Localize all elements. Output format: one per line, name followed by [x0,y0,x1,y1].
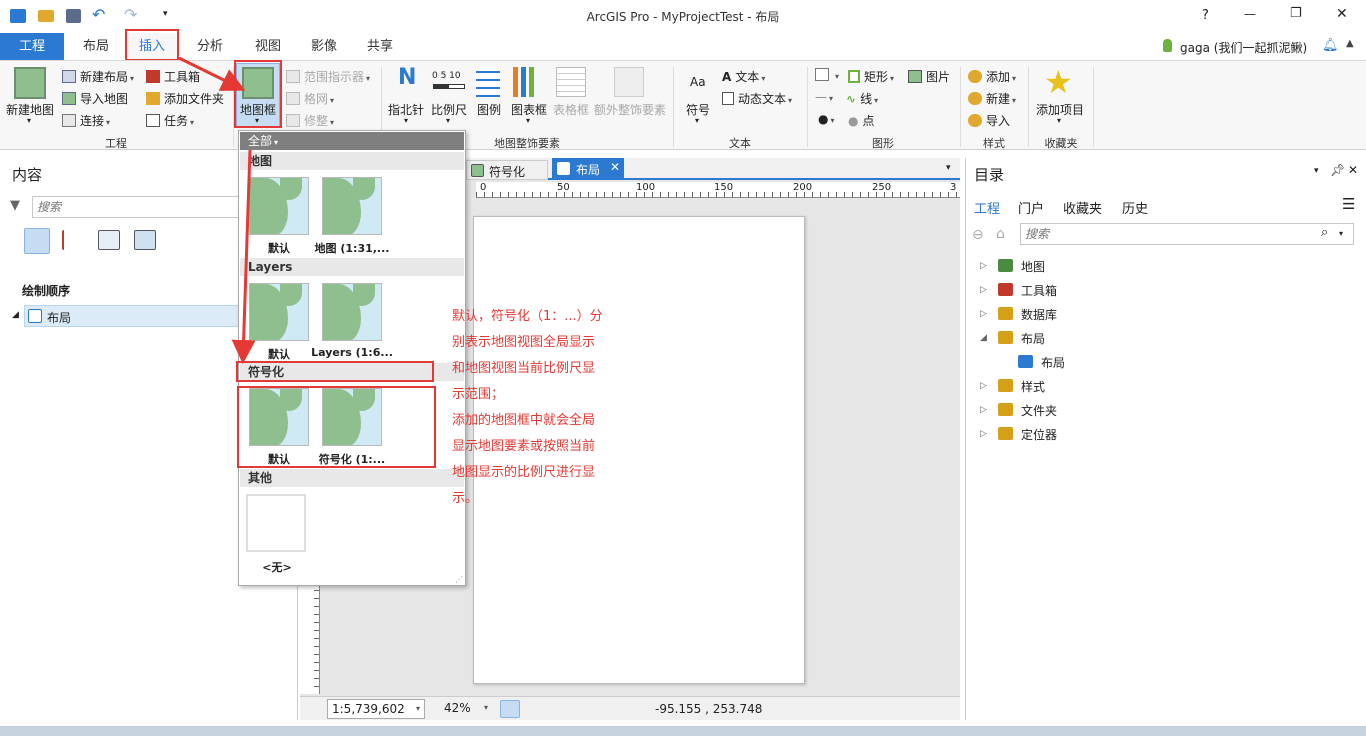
arrow-mapframe-to-symbology [231,149,256,364]
taskbar [0,726,1366,736]
annotation-text: 默认，符号化（1：...）分 别表示地图视图全局显示 和地图视图当前比例尺显 示… [452,309,603,506]
arrow-insert-to-mapframe [178,56,246,91]
annotation-arrows [178,56,256,364]
